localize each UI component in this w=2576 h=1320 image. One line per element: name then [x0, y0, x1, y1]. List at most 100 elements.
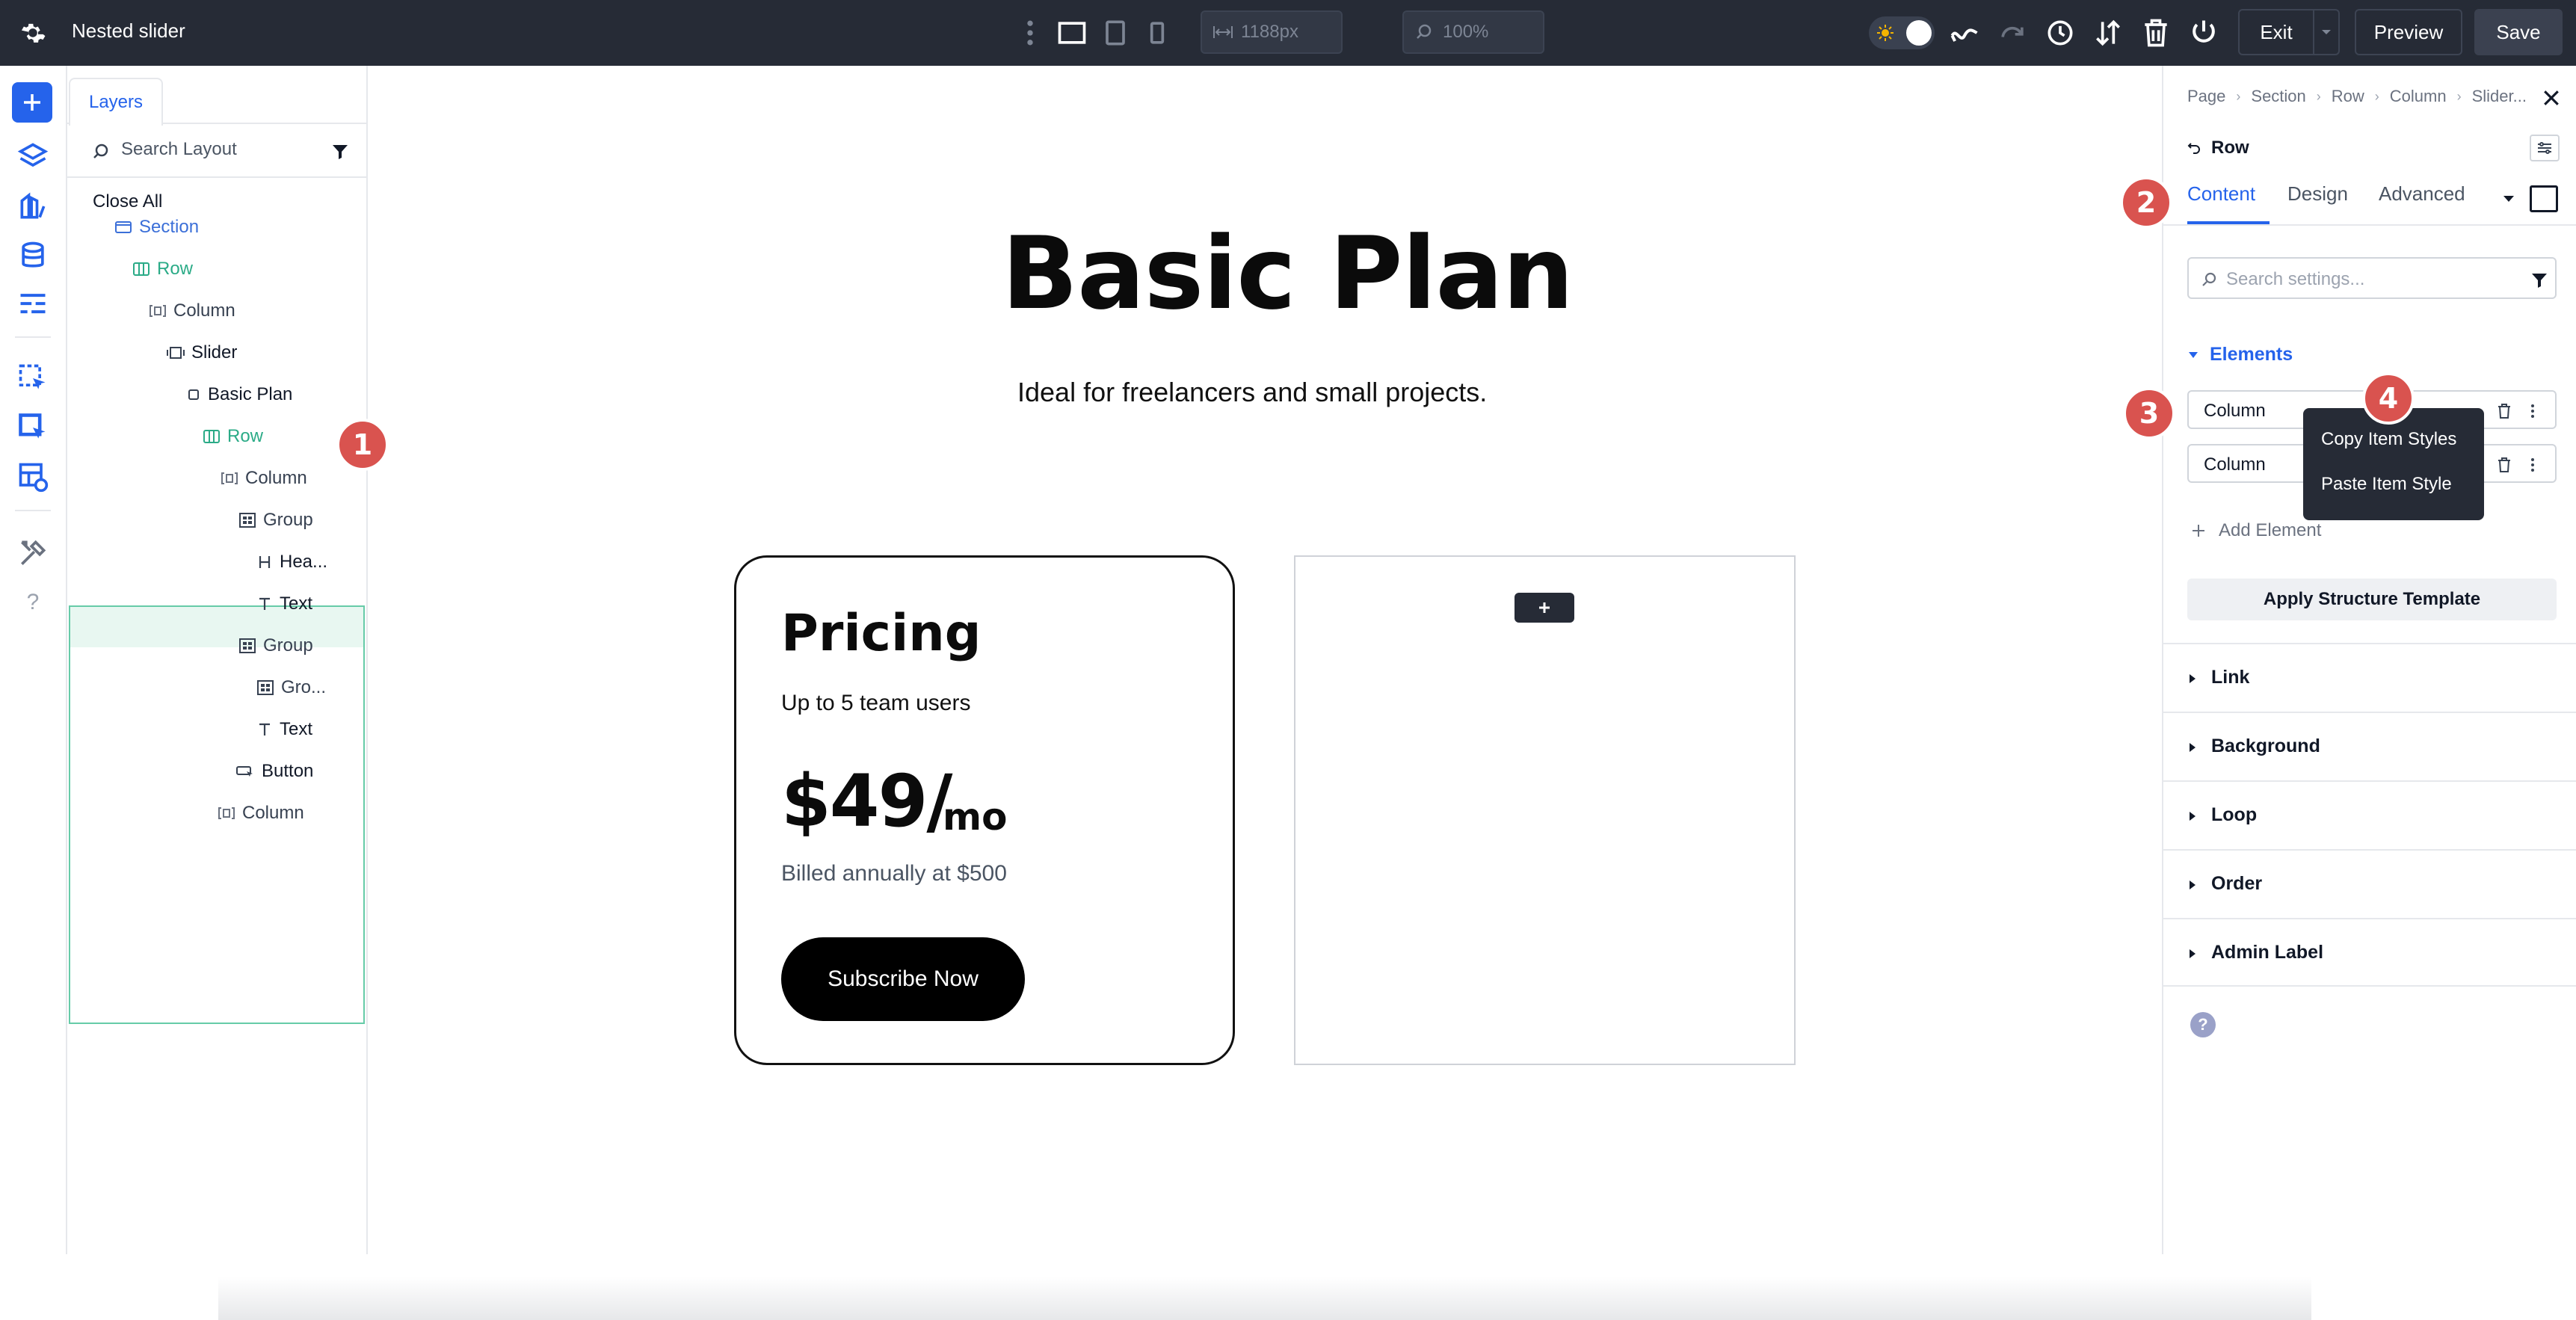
layout-list-icon[interactable] [16, 289, 49, 321]
tab-advanced[interactable]: Advanced [2379, 182, 2465, 206]
sort-arrows-icon[interactable] [2092, 16, 2124, 49]
breadcrumb-item[interactable]: Row [2332, 87, 2364, 106]
redo-icon[interactable] [1996, 16, 2029, 49]
tools-icon[interactable] [16, 537, 49, 570]
layer-node-column[interactable]: Column [217, 792, 304, 834]
layer-node-label: Row [227, 426, 264, 446]
section-label: Link [2211, 667, 2250, 688]
theme-toggle[interactable] [1869, 16, 1935, 49]
more-vertical-icon[interactable] [2524, 402, 2542, 420]
layer-node-label: Basic Plan [208, 384, 293, 404]
layer-node-column[interactable]: Column [148, 290, 235, 332]
back-to-row[interactable]: Row [2187, 138, 2249, 158]
document-title: Nested slider [72, 19, 185, 42]
copy-item-styles-menu-item[interactable]: Copy Item Styles [2321, 429, 2456, 450]
tab-design[interactable]: Design [2287, 182, 2348, 206]
layer-node-slider[interactable]: Slider [166, 332, 237, 374]
trash-icon[interactable] [2495, 456, 2513, 474]
preview-layout-icon[interactable] [16, 460, 49, 493]
settings-search-input[interactable]: Search settings... [2226, 269, 2364, 290]
phone-view-icon[interactable] [1141, 16, 1174, 49]
filter-icon[interactable] [330, 142, 350, 161]
layer-node-slide[interactable]: Basic Plan [185, 374, 292, 416]
breadcrumb-item[interactable]: Page [2187, 87, 2225, 106]
add-element-button[interactable]: Add Element [2190, 520, 2321, 541]
tab-content[interactable]: Content [2187, 182, 2255, 206]
layer-node-row[interactable]: Row [132, 248, 193, 290]
layers-tab-bar: Layers [67, 66, 368, 126]
text-icon [259, 723, 270, 735]
wireframe-icon[interactable] [1948, 16, 1981, 49]
layers-search-bar[interactable]: Search Layout [67, 124, 368, 178]
toggle-knob [1906, 20, 1932, 46]
layers-search-input[interactable]: Search Layout [121, 139, 237, 160]
breadcrumb-separator-icon: › [2456, 88, 2462, 104]
breadcrumb-item[interactable]: Section [2251, 87, 2305, 106]
filter-icon[interactable] [2530, 271, 2549, 290]
layer-node-group[interactable]: Group [238, 499, 313, 541]
more-vertical-icon[interactable] [2524, 456, 2542, 474]
exit-dropdown-button[interactable] [2313, 9, 2340, 55]
history-clock-icon[interactable] [2044, 16, 2077, 49]
close-icon[interactable] [2540, 87, 2563, 109]
layer-node-button[interactable]: Button [235, 750, 313, 792]
help-question-icon[interactable]: ? [16, 586, 49, 619]
subscribe-now-button[interactable]: Subscribe Now [781, 937, 1025, 1021]
section-background[interactable]: Background [2163, 712, 2576, 780]
empty-column-placeholder[interactable] [1294, 555, 1796, 1065]
trash-icon[interactable] [2139, 16, 2172, 49]
layer-node-row-selected[interactable]: Row [202, 416, 263, 457]
power-icon[interactable] [2187, 16, 2220, 49]
slide-icon [188, 389, 199, 400]
section-admin-label[interactable]: Admin Label [2163, 918, 2576, 987]
add-module-inline-button[interactable] [1515, 593, 1574, 623]
breadcrumb-item[interactable]: Column [2390, 87, 2447, 106]
top-toolbar: Nested slider 1188px 100% Exit Preview S… [0, 0, 2576, 66]
desktop-view-icon[interactable] [1056, 16, 1088, 49]
layer-node-label: Group [263, 510, 313, 530]
tab-layers[interactable]: Layers [69, 78, 163, 126]
row-icon [133, 262, 150, 276]
tablet-view-icon[interactable] [1099, 16, 1132, 49]
apply-structure-template-button[interactable]: Apply Structure Template [2187, 579, 2557, 620]
design-brush-icon[interactable] [16, 190, 49, 223]
multi-select-icon[interactable] [16, 411, 49, 444]
paste-item-style-menu-item[interactable]: Paste Item Style [2321, 474, 2452, 495]
element-row-label: Column [2204, 401, 2266, 421]
section-order[interactable]: Order [2163, 849, 2576, 918]
preview-button[interactable]: Preview [2355, 9, 2462, 55]
database-icon[interactable] [16, 239, 49, 272]
caret-down-icon [2189, 351, 2198, 358]
exit-button[interactable]: Exit [2238, 9, 2314, 55]
layer-node-column[interactable]: Column [220, 457, 307, 499]
help-button[interactable]: ? [2190, 1012, 2216, 1037]
view-mode-square-icon[interactable] [2530, 185, 2558, 212]
add-module-button[interactable] [12, 82, 52, 123]
hero-subtitle[interactable]: Ideal for freelancers and small projects… [1017, 377, 1487, 408]
zoom-field[interactable]: 100% [1402, 10, 1544, 54]
settings-gear-icon[interactable] [16, 16, 49, 49]
canvas-width-field[interactable]: 1188px [1201, 10, 1343, 54]
layer-node-text[interactable]: Text [256, 583, 312, 625]
layer-node-text[interactable]: Text [256, 709, 312, 750]
hero-heading[interactable]: Basic Plan [1002, 215, 1574, 332]
more-vertical-icon[interactable] [1023, 16, 1038, 49]
layer-node-group[interactable]: Gro... [256, 667, 326, 709]
layer-node-section[interactable]: Section [114, 206, 199, 248]
cursor-select-icon[interactable] [16, 362, 49, 395]
layers-icon[interactable] [16, 141, 49, 173]
settings-search-bar[interactable]: Search settings... [2187, 257, 2557, 299]
breadcrumb-item[interactable]: Slider... [2472, 87, 2527, 106]
layer-node-label: Button [262, 761, 314, 781]
elements-group-header[interactable]: Elements [2187, 344, 2293, 366]
caret-down-icon[interactable] [2501, 191, 2516, 206]
preset-settings-button[interactable] [2530, 135, 2560, 161]
group-icon [239, 638, 256, 653]
section-loop[interactable]: Loop [2163, 780, 2576, 849]
pricing-card[interactable]: Pricing Up to 5 team users $49/ mo Bille… [734, 555, 1235, 1065]
section-link[interactable]: Link [2163, 643, 2576, 712]
save-button[interactable]: Save [2474, 9, 2563, 55]
trash-icon[interactable] [2495, 402, 2513, 420]
layer-node-group[interactable]: Group [238, 625, 313, 667]
layer-node-heading[interactable]: Hea... [256, 541, 327, 583]
